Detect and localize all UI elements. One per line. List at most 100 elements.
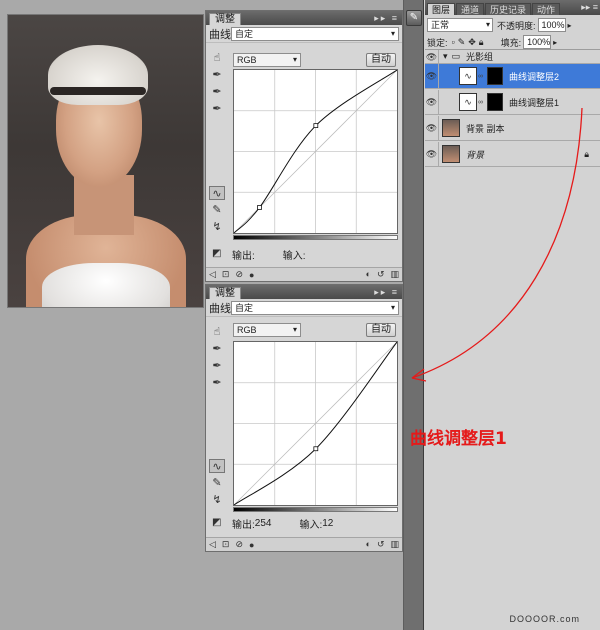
curve-point-icon[interactable]: ∿: [209, 186, 225, 200]
tab-layers[interactable]: 图层: [427, 3, 456, 15]
opacity-arrow-icon[interactable]: ▸: [568, 21, 572, 30]
hand-adjust-icon[interactable]: ☝: [209, 325, 225, 339]
panel-titlebar: 调整 ▸▸ ≡: [206, 285, 402, 299]
blend-mode-select[interactable]: 正常: [427, 18, 493, 32]
link-icon[interactable]: ∞: [478, 73, 484, 80]
layer-curves-2[interactable]: 👁︎ ∿ ∞ 曲线调整层2: [425, 64, 600, 89]
expand-icon[interactable]: ⊡: [222, 269, 230, 280]
fill-arrow-icon[interactable]: ▸: [553, 38, 557, 47]
layer-mask-thumb[interactable]: [487, 67, 503, 85]
clip-icon[interactable]: ◩: [212, 248, 226, 260]
output-label: 输出:: [232, 519, 255, 531]
annotation-text: 曲线调整层1: [410, 429, 507, 449]
pencil-icon[interactable]: ✎: [209, 203, 225, 217]
channel-select[interactable]: RGB: [233, 323, 301, 337]
curve-point[interactable]: [257, 205, 262, 210]
panel-titlebar: 调整 ▸▸ ≡: [206, 11, 402, 25]
input-label: 输入:: [282, 250, 306, 262]
preset-select[interactable]: 自定: [231, 26, 399, 41]
lock-icons[interactable]: ▫✎✥🔒︎: [452, 37, 487, 48]
tab-adjustments[interactable]: 调整: [209, 287, 241, 299]
back-icon[interactable]: ◁: [209, 539, 216, 550]
output-label: 输出:: [232, 250, 255, 262]
curves-adjust-icon: ∿: [459, 67, 477, 85]
reset-icon[interactable]: ↺: [377, 539, 385, 550]
auto-button[interactable]: 自动: [366, 53, 396, 67]
input-gradient-bar: [233, 235, 398, 240]
curve-point[interactable]: [313, 446, 319, 452]
tab-actions[interactable]: 动作: [532, 3, 561, 15]
delete-icon[interactable]: ▥: [390, 539, 399, 550]
tool-column: ☝ ✒ ✒ ✒: [209, 51, 229, 119]
fill-input[interactable]: 100%: [523, 35, 552, 49]
lock-label: 锁定:: [427, 37, 448, 48]
output-value: 254: [254, 517, 272, 529]
curve-point[interactable]: [313, 123, 319, 128]
clip-layer-icon[interactable]: ⊘: [235, 269, 243, 280]
opacity-label: 不透明度:: [497, 20, 536, 31]
layer-group[interactable]: 👁︎ ▾ ▭ 光影组: [425, 50, 600, 64]
panel-footer: ◁ ⊡ ⊘ ● ◐ ↺ ▥: [206, 267, 402, 281]
panel-menu-icon[interactable]: ▸▸ ≡: [374, 287, 399, 298]
visibility-icon[interactable]: ●: [249, 540, 254, 550]
previous-state-icon[interactable]: ◐: [366, 539, 371, 550]
panel-menu-icon[interactable]: ▸▸ ≡: [581, 2, 600, 13]
tool-column: ☝ ✒ ✒ ✒: [209, 325, 229, 393]
footer-right: ◐ ↺ ▥: [366, 269, 400, 280]
opacity-input[interactable]: 100%: [537, 18, 566, 32]
photo-canvas: [7, 14, 204, 308]
eye-icon[interactable]: 👁︎: [425, 64, 439, 88]
tool-column-2: ∿ ✎ ↯: [209, 186, 229, 237]
blend-row: 正常 不透明度: 100% ▸: [427, 17, 572, 33]
pencil-icon[interactable]: ✎: [209, 476, 225, 490]
brush-icon[interactable]: ✎: [406, 10, 422, 26]
expand-icon[interactable]: ⊡: [222, 539, 230, 550]
folder-icon: ▭: [451, 51, 461, 61]
eyedropper-black-icon[interactable]: ✒: [209, 68, 225, 82]
eye-icon[interactable]: 👁︎: [425, 50, 439, 63]
smooth-icon[interactable]: ↯: [209, 493, 225, 507]
curves-panel-top: 调整 ▸▸ ≡ 曲线 自定 ☝ ✒ ✒ ✒ ∿ ✎ ↯ RGB 自动 ◩ 输出:…: [205, 10, 403, 282]
photo-headpiece: [48, 45, 148, 105]
panel-menu-icon[interactable]: ▸▸ ≡: [374, 13, 399, 24]
eyedropper-gray-icon[interactable]: ✒: [209, 85, 225, 99]
eyedropper-white-icon[interactable]: ✒: [209, 102, 225, 116]
visibility-icon[interactable]: ●: [249, 270, 254, 280]
lock-row: 锁定: ▫✎✥🔒︎ 填充: 100% ▸: [427, 34, 557, 50]
layers-tabs: 图层 通道 历史记录 动作 ▸▸ ≡: [425, 0, 600, 15]
hand-adjust-icon[interactable]: ☝: [209, 51, 225, 65]
back-icon[interactable]: ◁: [209, 269, 216, 280]
previous-state-icon[interactable]: ◐: [366, 269, 371, 280]
io-row: ◩ 输出: 254 输入: 12: [212, 516, 398, 531]
reset-icon[interactable]: ↺: [377, 269, 385, 280]
clip-layer-icon[interactable]: ⊘: [235, 539, 243, 550]
fill-label: 填充:: [500, 37, 522, 48]
input-gradient-bar: [233, 507, 398, 512]
eyedropper-black-icon[interactable]: ✒: [209, 342, 225, 356]
panel-header: 曲线 自定: [206, 299, 402, 317]
smooth-icon[interactable]: ↯: [209, 220, 225, 234]
delete-icon[interactable]: ▥: [390, 269, 399, 280]
tab-history[interactable]: 历史记录: [485, 3, 532, 15]
tab-adjustments[interactable]: 调整: [209, 13, 241, 25]
io-row: ◩ 输出: 输入:: [212, 247, 398, 262]
panel-label: 曲线: [209, 28, 231, 41]
preset-select[interactable]: 自定: [231, 300, 399, 315]
eyedropper-white-icon[interactable]: ✒: [209, 376, 225, 390]
footer-right: ◐ ↺ ▥: [366, 539, 400, 550]
curve-graph[interactable]: [233, 341, 398, 506]
expand-arrow-icon[interactable]: ▾: [443, 51, 448, 62]
channel-select[interactable]: RGB: [233, 53, 301, 67]
photo-dress: [42, 263, 170, 307]
input-value: 12: [322, 517, 334, 529]
auto-button[interactable]: 自动: [366, 323, 396, 337]
curve-point-icon[interactable]: ∿: [209, 459, 225, 473]
tool-column-2: ∿ ✎ ↯: [209, 459, 229, 510]
panel-footer: ◁ ⊡ ⊘ ● ◐ ↺ ▥: [206, 537, 402, 551]
curve-graph[interactable]: [233, 69, 398, 234]
eyedropper-gray-icon[interactable]: ✒: [209, 359, 225, 373]
tab-channels[interactable]: 通道: [456, 3, 485, 15]
curves-panel-bottom: 调整 ▸▸ ≡ 曲线 自定 ☝ ✒ ✒ ✒ ∿ ✎ ↯ RGB 自动 ◩ 输出:…: [205, 284, 403, 552]
layer-name: 曲线调整层2: [509, 71, 560, 82]
clip-icon[interactable]: ◩: [212, 517, 226, 529]
